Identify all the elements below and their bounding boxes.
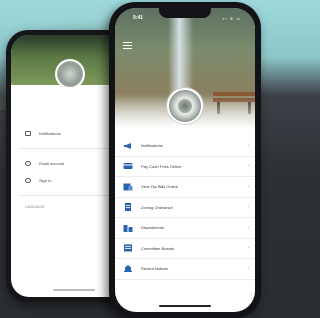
megaphone-icon: [123, 142, 133, 150]
buildings-icon: [123, 224, 133, 232]
menu-item-label: Zoning Ordinance: [141, 204, 173, 210]
home-indicator: [53, 289, 95, 291]
status-time: 9:41: [133, 15, 144, 21]
clipboard-icon: [123, 244, 133, 252]
menu-item-zoning-ordinance[interactable]: Zoning Ordinance ›: [115, 198, 255, 218]
chevron-right-icon: ›: [247, 204, 249, 211]
chevron-right-icon: ›: [247, 224, 249, 231]
credit-card-icon: [123, 162, 133, 170]
menu-item-label: View Tax Bills Online: [141, 184, 178, 190]
account-icon: [25, 161, 31, 166]
menu-item-label: Pay Court Fees Online: [141, 163, 182, 169]
phone-notch: [159, 8, 211, 18]
menu-item-pay-court-fees[interactable]: Pay Court Fees Online ›: [115, 157, 255, 177]
status-icons: ▪▪ ≋ ▭: [222, 16, 241, 21]
menu-item-departments[interactable]: Departments ›: [115, 218, 255, 239]
menu-item-notifications[interactable]: Notifications ›: [115, 136, 255, 157]
drawer-item-label: Email account: [39, 161, 65, 166]
drawer-item-label: Sign In: [39, 178, 52, 183]
chevron-right-icon: ›: [247, 265, 249, 272]
chevron-right-icon: ›: [247, 245, 249, 252]
home-indicator: [159, 305, 211, 307]
document-icon: [123, 203, 133, 212]
city-seal: [167, 88, 203, 124]
menu-item-label: Departments: [141, 225, 164, 231]
menu-item-label: Recent Notices: [141, 266, 169, 272]
menu-item-label: Notifications: [141, 143, 163, 149]
drawer-item-label: Notifications: [39, 131, 61, 136]
tax-bill-icon: [123, 183, 133, 191]
main-menu-list: Notifications › Pay Court Fees Online › …: [115, 136, 255, 280]
menu-item-committee-boards[interactable]: Committee Boards ›: [115, 239, 255, 259]
menu-item-label: Committee Boards: [141, 245, 175, 251]
menu-item-view-tax-bills[interactable]: View Tax Bills Online ›: [115, 177, 255, 198]
city-seal-small: [55, 59, 85, 89]
chevron-right-icon: ›: [247, 163, 249, 170]
front-phone: 9:41 ▪▪ ≋ ▭ Notifications › Pay Court Fe…: [109, 2, 261, 318]
chevron-right-icon: ›: [247, 183, 249, 190]
seal-emblem: [178, 99, 192, 113]
hamburger-menu-icon[interactable]: [123, 42, 132, 49]
bell-icon: [123, 265, 133, 273]
user-icon: [25, 178, 31, 183]
notification-icon: [25, 131, 31, 136]
menu-item-recent-notices[interactable]: Recent Notices ›: [115, 259, 255, 280]
chevron-right-icon: ›: [247, 142, 249, 149]
front-phone-screen: 9:41 ▪▪ ≋ ▭ Notifications › Pay Court Fe…: [115, 8, 255, 312]
